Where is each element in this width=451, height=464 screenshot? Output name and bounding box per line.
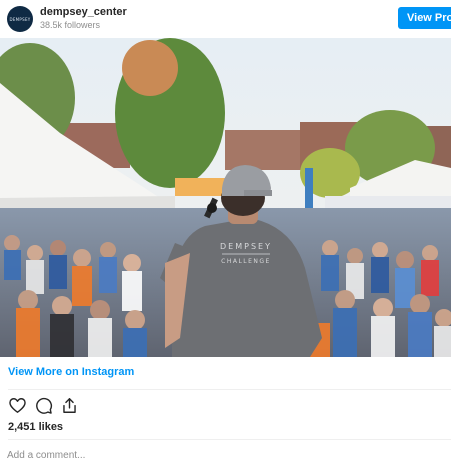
comment-icon[interactable] — [34, 396, 53, 415]
divider — [8, 439, 451, 440]
heart-icon[interactable] — [8, 396, 27, 415]
post-photo[interactable]: DEMPSEY CHALLENGE — [0, 38, 451, 357]
view-more-on-instagram-link[interactable]: View More on Instagram — [8, 366, 134, 378]
username[interactable]: dempsey_center — [40, 6, 127, 18]
post-header: DEMPSEY dempsey_center 38.5k followers V… — [0, 0, 451, 38]
avatar-logo-text: DEMPSEY — [9, 16, 31, 22]
action-bar — [8, 396, 79, 414]
view-profile-button[interactable]: View Profile — [398, 7, 451, 29]
shirt-text-line2: CHALLENGE — [221, 258, 271, 265]
instagram-embed: DEMPSEY dempsey_center 38.5k followers V… — [0, 0, 451, 464]
follower-count: 38.5k followers — [40, 20, 101, 30]
likes-count[interactable]: 2,451 likes — [8, 421, 63, 433]
avatar[interactable]: DEMPSEY — [7, 6, 33, 32]
event-crowd-photo: DEMPSEY CHALLENGE — [0, 38, 451, 357]
shirt-text-line1: DEMPSEY — [220, 242, 272, 251]
share-icon[interactable] — [60, 396, 79, 415]
comment-field[interactable] — [7, 448, 407, 462]
divider — [8, 389, 451, 390]
